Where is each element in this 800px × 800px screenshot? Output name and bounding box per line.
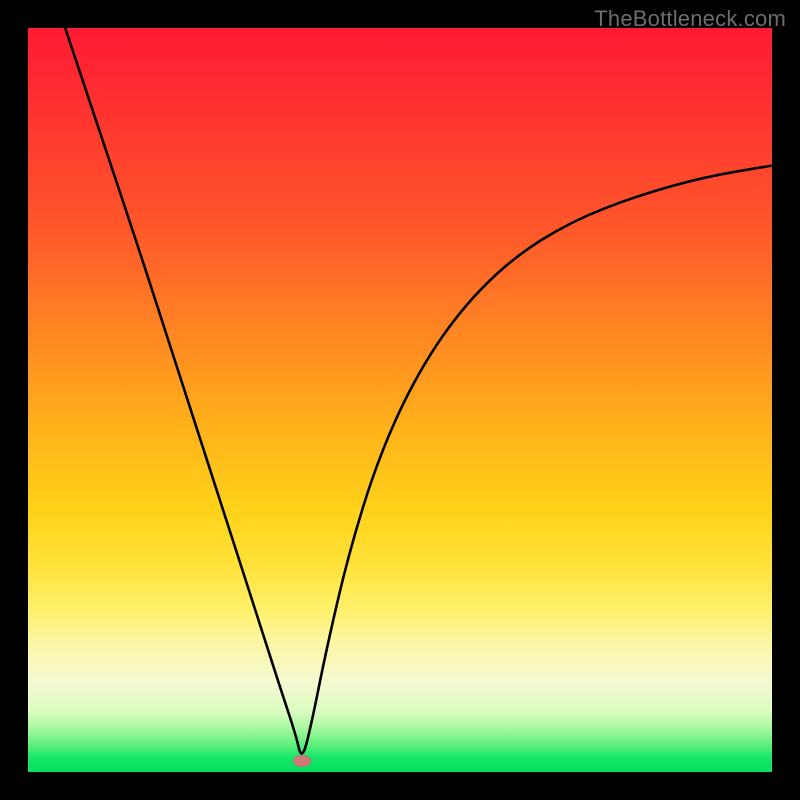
watermark-text: TheBottleneck.com [594,6,786,32]
plot-area [28,28,772,772]
optimal-point-marker [293,755,311,767]
chart-frame: TheBottleneck.com [0,0,800,800]
bottleneck-curve [28,28,772,772]
